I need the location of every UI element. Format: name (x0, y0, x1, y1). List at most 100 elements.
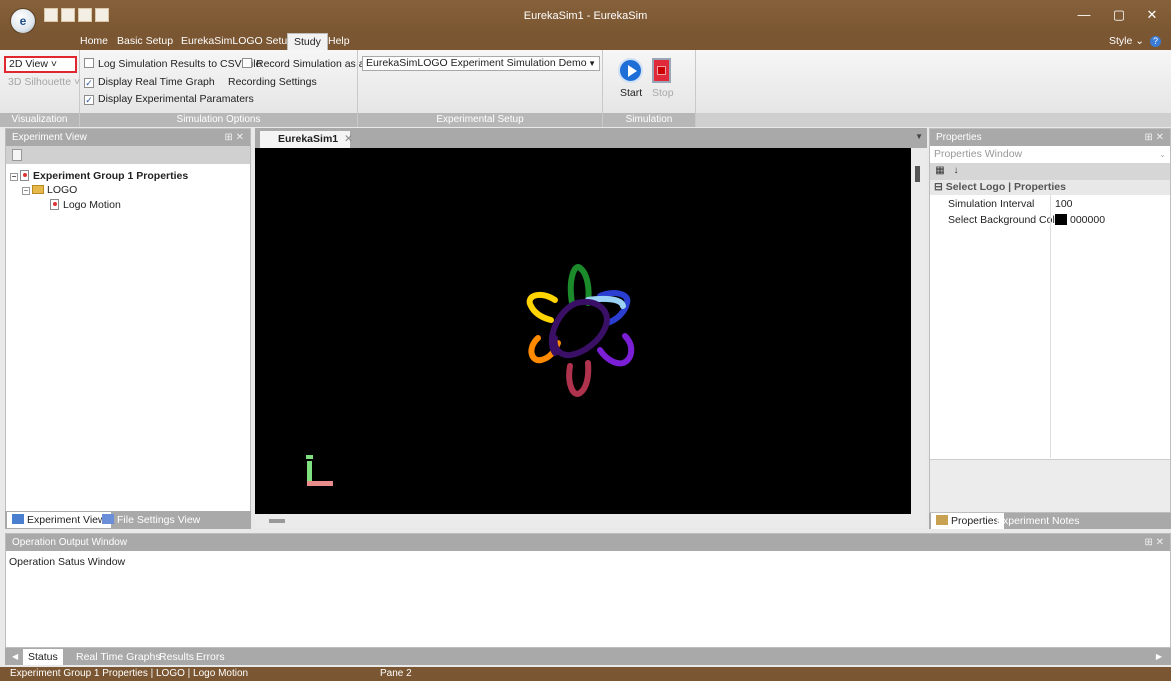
collapse-icon[interactable]: − (10, 173, 18, 181)
collapse-icon[interactable]: ⊟ (934, 181, 946, 193)
property-grid-divider[interactable] (1050, 195, 1051, 458)
stop-button[interactable] (652, 58, 671, 83)
scroll-thumb[interactable] (269, 519, 285, 523)
minimize-button[interactable]: — (1071, 6, 1097, 24)
document-icon[interactable] (12, 149, 22, 161)
experiment-view-toolbar (6, 146, 250, 164)
view-2d-dropdown[interactable]: 2D View ˅ (4, 56, 77, 73)
tab-eurekasimlogo-setup[interactable]: EurekaSimLOGO Setup (175, 33, 299, 50)
log-csv-checkbox[interactable]: Log Simulation Results to CSV File (84, 58, 261, 70)
tree-root-label: Experiment Group 1 Properties (33, 170, 189, 182)
view-3d-dropdown[interactable]: 3D Silhouette ˅ (8, 76, 80, 88)
tab-experiment-view[interactable]: Experiment View (7, 512, 111, 528)
output-tabs: ◀ Status Real Time Graphs Results Errors… (5, 648, 1171, 665)
output-text: Operation Satus Window (9, 556, 126, 568)
simulation-canvas[interactable] (255, 148, 911, 514)
display-params-checkbox[interactable]: ✓ Display Experimental Paramaters (84, 93, 254, 105)
window-title: EurekaSim1 - EurekaSim (523, 10, 648, 22)
start-label: Start (620, 87, 643, 99)
property-name: Select Background Color (948, 214, 1065, 226)
ribbon: 2D View ˅ 3D Silhouette ˅ Visualization … (0, 50, 1171, 139)
chevron-down-icon: ⌄ (1159, 150, 1166, 159)
properties-category[interactable]: ⊟ Select Logo | Properties (930, 180, 1170, 195)
properties-category-label: Select Logo | Properties (945, 181, 1066, 193)
tab-list-arrow-icon[interactable]: ▼ (915, 132, 923, 141)
doc-tab-label: EurekaSim1 (278, 133, 339, 145)
experiment-view-tabs: Experiment View File Settings View (5, 511, 251, 529)
ribbon-tab-row: Home Basic Setup EurekaSimLOGO Setup Stu… (0, 33, 1171, 50)
scroll-right-icon[interactable]: ▶ (1151, 649, 1167, 665)
view-2d-label: 2D View (9, 58, 48, 70)
tab-help[interactable]: Help (322, 33, 356, 50)
property-description-area (930, 459, 1170, 512)
tab-close-icon[interactable]: ✕ (344, 133, 353, 145)
pin-close-icon[interactable]: ⊞ ✕ (224, 129, 244, 146)
tab-errors[interactable]: Errors (191, 649, 230, 665)
stop-icon (657, 66, 666, 75)
scroll-thumb[interactable] (915, 166, 920, 182)
logo-core (548, 298, 610, 359)
maximize-button[interactable]: ▢ (1106, 6, 1132, 24)
properties-icon (936, 515, 948, 525)
properties-header: Properties ⊞ ✕ (930, 129, 1170, 146)
scroll-left-icon[interactable]: ◀ (7, 649, 23, 665)
tab-eurekasim1[interactable]: EurekaSim1 ✕ (260, 131, 353, 148)
properties-object-select[interactable]: Properties Window ⌄ (930, 146, 1170, 163)
empty-caption (696, 113, 1171, 127)
canvas-horizontal-scrollbar[interactable] (255, 514, 927, 528)
simulation-options-group: Log Simulation Results to CSV File Recor… (80, 50, 394, 127)
pin-close-icon[interactable]: ⊞ ✕ (1144, 534, 1164, 551)
log-csv-label: Log Simulation Results to CSV File (98, 58, 262, 70)
help-icon[interactable]: ? (1150, 36, 1161, 47)
tab-file-settings-label: File Settings View (117, 514, 201, 526)
recording-settings-button[interactable]: Recording Settings (228, 76, 317, 88)
logo-petal-right (597, 333, 635, 367)
experiment-view-panel: Experiment View ⊞ ✕ − Experiment Group 1 … (5, 128, 251, 528)
axis-x-bar (307, 481, 333, 486)
style-menu[interactable]: Style ⌄ ? (1109, 33, 1161, 49)
tab-file-settings-view[interactable]: File Settings View (97, 512, 205, 528)
tree-folder-label: LOGO (47, 184, 78, 196)
property-value[interactable]: 100 (1055, 196, 1073, 212)
display-graph-checkbox[interactable]: ✓ Display Real Time Graph (84, 76, 215, 88)
display-graph-label: Display Real Time Graph (98, 76, 215, 88)
tab-experiment-notes[interactable]: Experiment Notes (991, 513, 1084, 529)
start-button[interactable] (618, 58, 643, 83)
output-window-panel: Operation Output Window ⊞ ✕ Operation Sa… (5, 533, 1171, 648)
checkbox-unchecked-icon (84, 58, 94, 68)
collapse-icon[interactable]: − (22, 187, 30, 195)
tab-status[interactable]: Status (23, 649, 63, 665)
status-bar: Experiment Group 1 Properties | LOGO | L… (0, 667, 1171, 681)
tab-home[interactable]: Home (74, 33, 114, 50)
title-bar: e EurekaSim1 - EurekaSim — ▢ ✕ (0, 0, 1171, 34)
simulation-options-caption: Simulation Options (80, 113, 357, 127)
sort-alpha-icon[interactable]: ↓ (950, 165, 962, 177)
axis-y-tip (306, 455, 313, 459)
tree-node-root[interactable]: − Experiment Group 1 Properties (10, 170, 188, 182)
status-path: Experiment Group 1 Properties | LOGO | L… (10, 668, 249, 679)
tree-node-leaf[interactable]: Logo Motion (50, 199, 121, 211)
properties-doc-icon (50, 199, 59, 210)
tree-node-folder[interactable]: − LOGO (22, 184, 77, 196)
properties-doc-icon (20, 170, 29, 181)
property-value-text: 000000 (1070, 214, 1106, 226)
properties-panel: Properties ⊞ ✕ Properties Window ⌄ ▦ ↓ ⊟ … (929, 128, 1171, 513)
logo-petal-upper-left (526, 291, 558, 323)
folder-icon (32, 185, 44, 194)
close-button[interactable]: ✕ (1139, 6, 1165, 24)
tab-real-time-graphs[interactable]: Real Time Graphs (71, 649, 166, 665)
simulation-operations-group: Start Stop Simulation Operations (603, 50, 696, 139)
categorized-icon[interactable]: ▦ (934, 165, 946, 177)
simulation-operations-caption: Simulation Operations (603, 113, 695, 139)
file-settings-icon (102, 514, 114, 524)
stop-label: Stop (652, 87, 674, 99)
property-value[interactable]: 000000 (1055, 212, 1105, 228)
experiment-select[interactable]: EurekaSimLOGO Experiment Simulation Demo… (362, 56, 600, 71)
document-tab-bar: EurekaSim1 ✕ ▼ (255, 128, 927, 148)
logo-petal-bottom (566, 360, 592, 397)
canvas-vertical-scrollbar[interactable] (911, 148, 927, 514)
pin-close-icon[interactable]: ⊞ ✕ (1144, 129, 1164, 146)
property-name: Simulation Interval (948, 198, 1035, 210)
tab-basic-setup[interactable]: Basic Setup (111, 33, 179, 50)
display-params-label: Display Experimental Paramaters (98, 93, 254, 105)
